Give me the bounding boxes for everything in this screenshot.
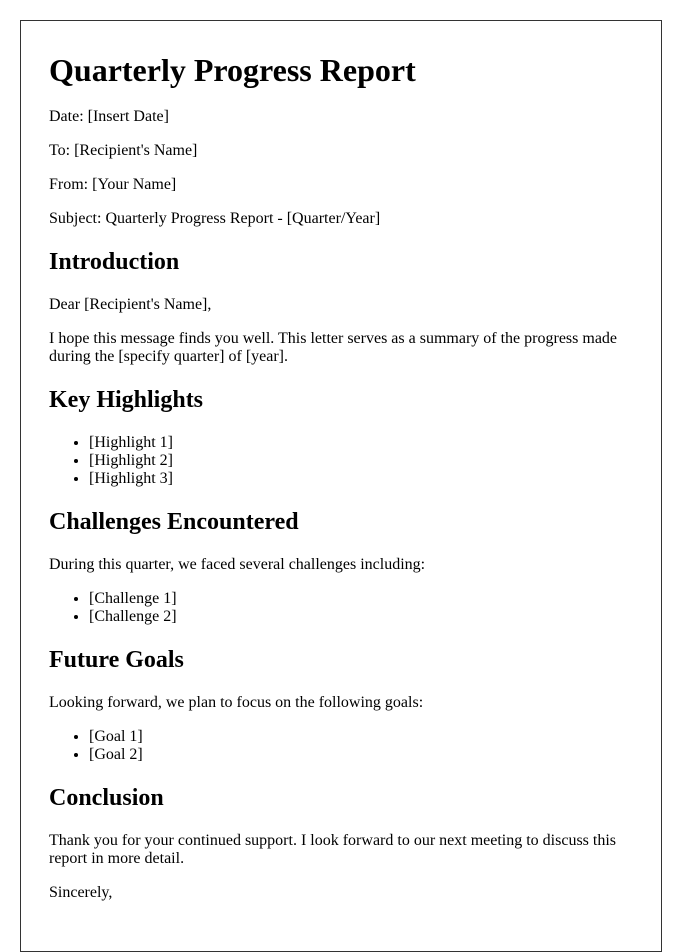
introduction-heading: Introduction xyxy=(49,249,180,275)
to-line: To: [Recipient's Name] xyxy=(49,142,198,159)
list-item: [Goal 2] xyxy=(89,746,633,764)
list-item: [Highlight 1] xyxy=(89,434,633,452)
list-item: [Highlight 3] xyxy=(89,470,633,488)
goals-list: [Goal 1] [Goal 2] xyxy=(49,728,633,764)
challenges-intro: During this quarter, we faced several ch… xyxy=(49,556,426,573)
list-item: [Highlight 2] xyxy=(89,452,633,470)
challenges-section: Challenges Encountered During this quart… xyxy=(49,508,633,626)
challenges-heading: Challenges Encountered xyxy=(49,509,299,535)
goals-intro: Looking forward, we plan to focus on the… xyxy=(49,694,424,711)
introduction-body: I hope this message finds you well. This… xyxy=(49,330,618,365)
document-title: Quarterly Progress Report xyxy=(49,52,416,88)
highlights-list: [Highlight 1] [Highlight 2] [Highlight 3… xyxy=(49,434,633,488)
highlights-heading: Key Highlights xyxy=(49,387,204,413)
list-item: [Challenge 1] xyxy=(89,590,633,608)
introduction-section: Introduction Dear [Recipient's Name], I … xyxy=(49,248,633,366)
conclusion-section: Conclusion Thank you for your continued … xyxy=(49,784,633,902)
conclusion-heading: Conclusion xyxy=(49,785,164,811)
list-item: [Challenge 2] xyxy=(89,608,633,626)
closing: Sincerely, xyxy=(49,884,113,901)
date-line: Date: [Insert Date] xyxy=(49,108,169,125)
subject-line: Subject: Quarterly Progress Report - [Qu… xyxy=(49,210,381,227)
list-item: [Goal 1] xyxy=(89,728,633,746)
highlights-section: Key Highlights [Highlight 1] [Highlight … xyxy=(49,386,633,488)
challenges-list: [Challenge 1] [Challenge 2] xyxy=(49,590,633,626)
goals-heading: Future Goals xyxy=(49,647,184,673)
conclusion-body: Thank you for your continued support. I … xyxy=(49,832,617,867)
letter-page: Quarterly Progress Report Date: [Insert … xyxy=(20,20,662,952)
goals-section: Future Goals Looking forward, we plan to… xyxy=(49,646,633,764)
salutation: Dear [Recipient's Name], xyxy=(49,296,212,313)
from-line: From: [Your Name] xyxy=(49,176,177,193)
